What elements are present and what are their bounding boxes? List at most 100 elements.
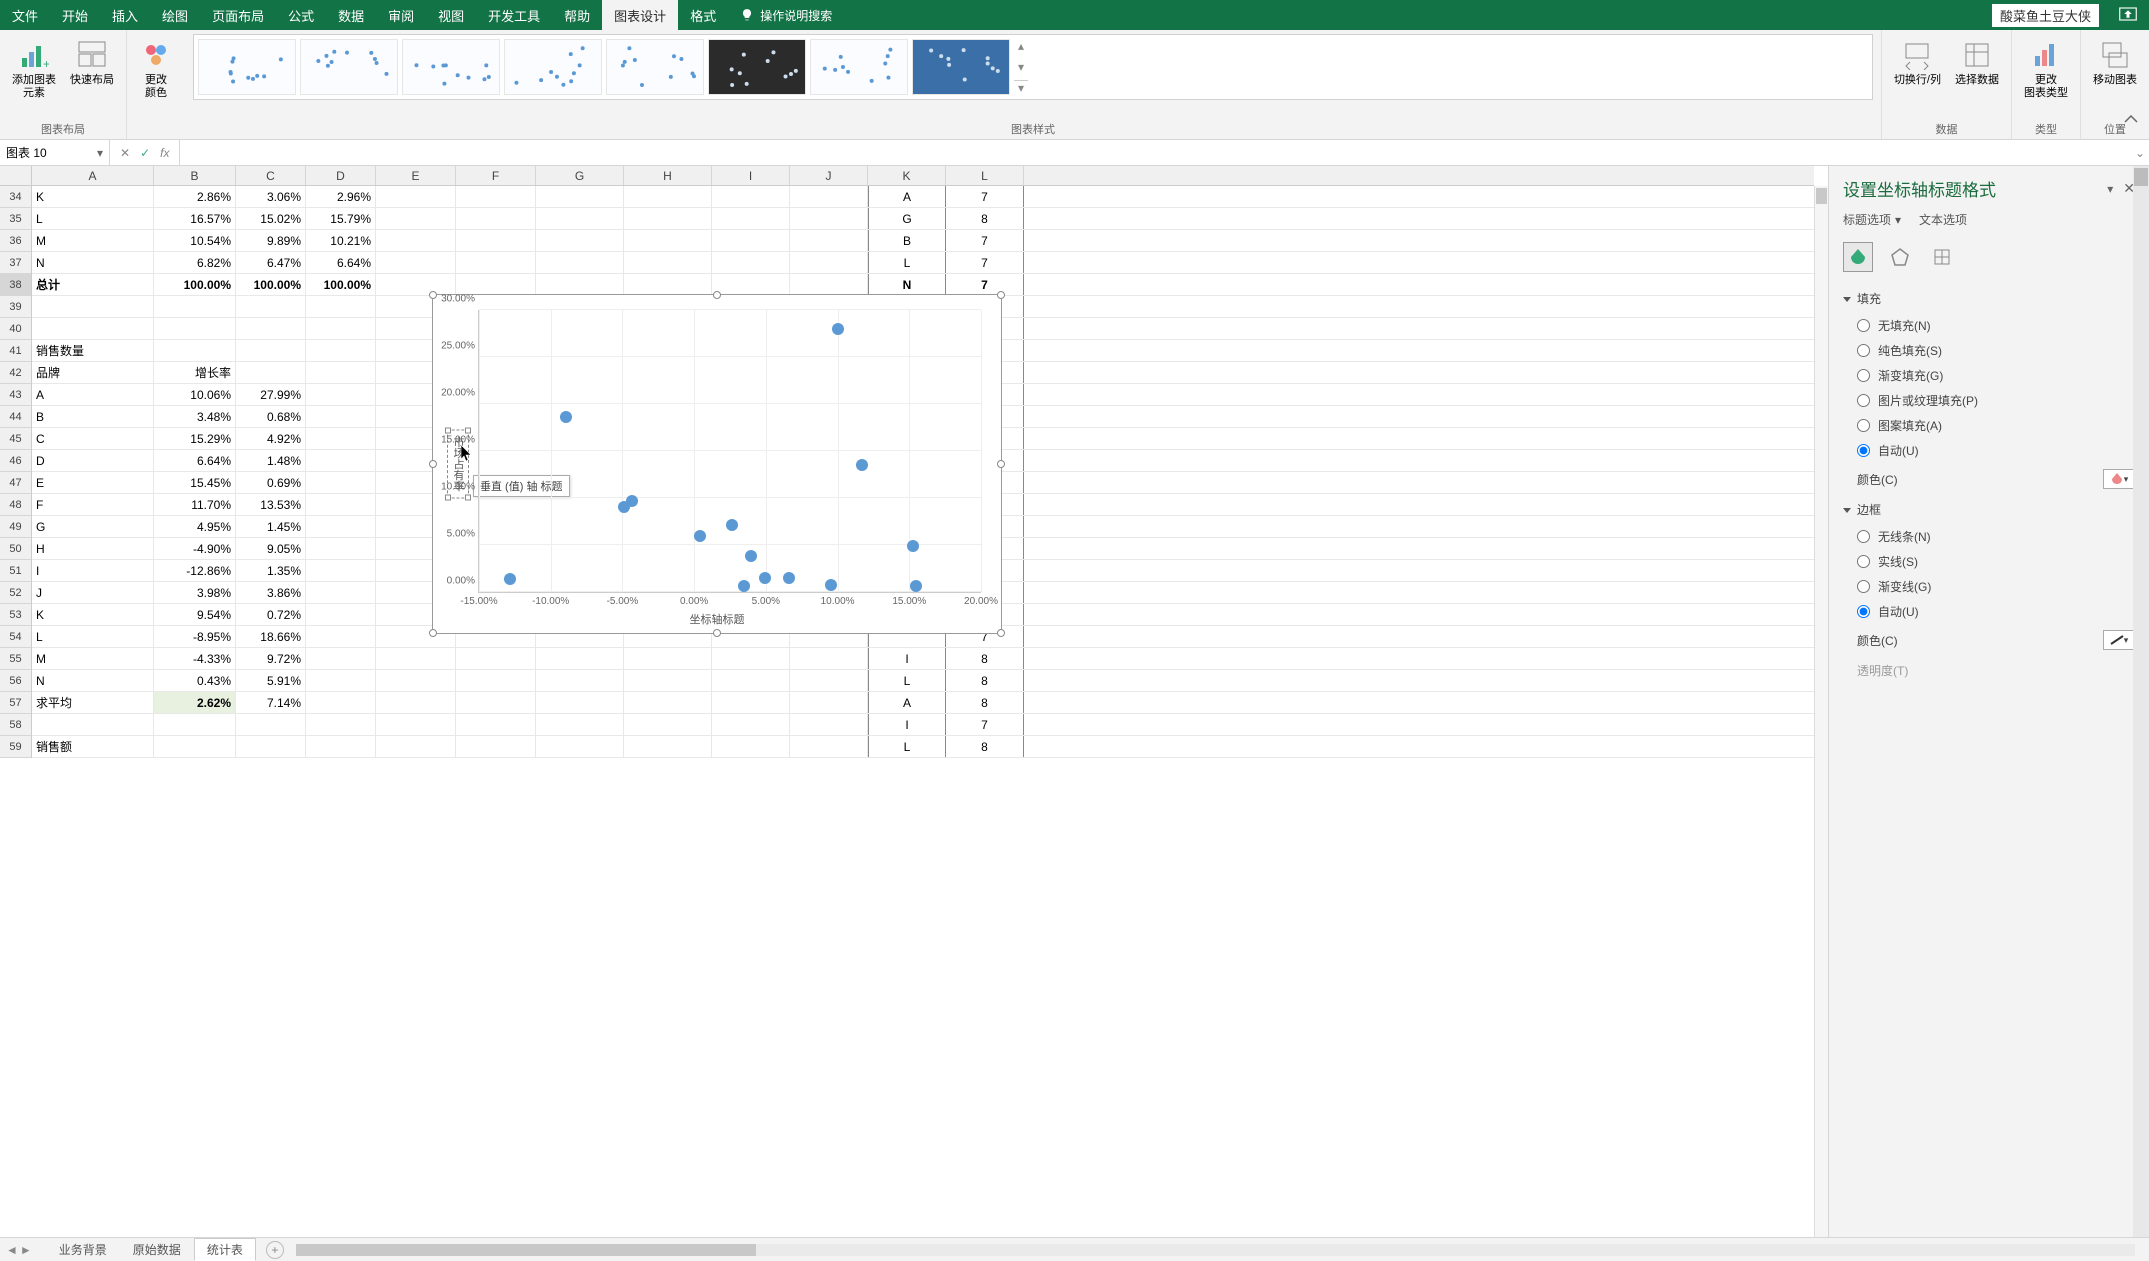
- vertical-scrollbar[interactable]: [1814, 186, 1828, 1237]
- cell[interactable]: [456, 648, 536, 669]
- tell-me-search[interactable]: 操作说明搜索: [728, 7, 844, 24]
- cell[interactable]: [376, 714, 456, 735]
- fill-option[interactable]: 无填充(N): [1843, 313, 2135, 338]
- data-point[interactable]: [694, 530, 706, 542]
- cell[interactable]: 15.29%: [154, 428, 236, 449]
- cell[interactable]: N: [32, 252, 154, 273]
- menu-tab-文件[interactable]: 文件: [0, 0, 50, 30]
- cell[interactable]: [306, 516, 376, 537]
- cell[interactable]: [790, 274, 868, 295]
- add-sheet-button[interactable]: +: [266, 1241, 284, 1259]
- col-header-C[interactable]: C: [236, 166, 306, 185]
- col-header-H[interactable]: H: [624, 166, 712, 185]
- row-header-52[interactable]: 52: [0, 582, 31, 604]
- cell[interactable]: 销售额: [32, 736, 154, 757]
- cell[interactable]: N: [868, 274, 946, 295]
- cell[interactable]: A: [868, 186, 946, 207]
- chart-style-7[interactable]: [810, 39, 908, 95]
- cell[interactable]: K: [32, 186, 154, 207]
- cell[interactable]: [306, 670, 376, 691]
- format-pane-dropdown-icon[interactable]: ▾: [2107, 182, 2113, 196]
- cell[interactable]: [624, 230, 712, 251]
- data-point[interactable]: [726, 519, 738, 531]
- cell[interactable]: B: [32, 406, 154, 427]
- sheet-nav-next-icon[interactable]: ►: [20, 1243, 32, 1257]
- formula-expand-icon[interactable]: ⌄: [2131, 140, 2149, 165]
- cell[interactable]: [624, 692, 712, 713]
- cell[interactable]: [456, 208, 536, 229]
- row-header-37[interactable]: 37: [0, 252, 31, 274]
- cell[interactable]: [536, 186, 624, 207]
- cell[interactable]: [306, 692, 376, 713]
- cell[interactable]: 1.48%: [236, 450, 306, 471]
- add-chart-element-button[interactable]: + 添加图表 元素: [8, 34, 60, 104]
- cell[interactable]: [536, 252, 624, 273]
- col-header-L[interactable]: L: [946, 166, 1024, 185]
- cell[interactable]: [306, 538, 376, 559]
- cell[interactable]: 100.00%: [154, 274, 236, 295]
- cell[interactable]: 3.86%: [236, 582, 306, 603]
- row-header-43[interactable]: 43: [0, 384, 31, 406]
- share-icon[interactable]: [2107, 7, 2149, 24]
- fill-option[interactable]: 纯色填充(S): [1843, 338, 2135, 363]
- data-point[interactable]: [825, 579, 837, 591]
- cell[interactable]: [376, 252, 456, 273]
- cell[interactable]: 0.69%: [236, 472, 306, 493]
- user-name-box[interactable]: 酸菜鱼土豆大侠: [1992, 4, 2099, 27]
- cell[interactable]: [32, 318, 154, 339]
- col-header-D[interactable]: D: [306, 166, 376, 185]
- cell[interactable]: [236, 318, 306, 339]
- cell[interactable]: N: [32, 670, 154, 691]
- chart-style-5[interactable]: [606, 39, 704, 95]
- border-color-row[interactable]: 颜色(C) ▾: [1843, 624, 2135, 656]
- col-header-F[interactable]: F: [456, 166, 536, 185]
- cell[interactable]: K: [32, 604, 154, 625]
- cell[interactable]: [376, 230, 456, 251]
- cell[interactable]: J: [32, 582, 154, 603]
- plot-area[interactable]: 0.00%5.00%10.00%15.00%20.00%25.00%30.00%…: [478, 310, 981, 593]
- cell[interactable]: [306, 318, 376, 339]
- menu-tab-开始[interactable]: 开始: [50, 0, 100, 30]
- cell[interactable]: 2.96%: [306, 186, 376, 207]
- menu-tab-格式[interactable]: 格式: [678, 0, 728, 30]
- row-header-55[interactable]: 55: [0, 648, 31, 670]
- menu-tab-页面布局[interactable]: 页面布局: [200, 0, 276, 30]
- cell[interactable]: 5.91%: [236, 670, 306, 691]
- cell[interactable]: [536, 648, 624, 669]
- cell[interactable]: C: [32, 428, 154, 449]
- change-chart-type-button[interactable]: 更改 图表类型: [2020, 34, 2072, 104]
- cell[interactable]: 3.06%: [236, 186, 306, 207]
- transparency-row[interactable]: 透明度(T): [1843, 656, 2135, 685]
- cell[interactable]: [306, 472, 376, 493]
- cell[interactable]: A: [868, 692, 946, 713]
- cell[interactable]: 11.70%: [154, 494, 236, 515]
- data-point[interactable]: [759, 572, 771, 584]
- cell[interactable]: [624, 208, 712, 229]
- row-header-38[interactable]: 38: [0, 274, 31, 296]
- cell[interactable]: -4.33%: [154, 648, 236, 669]
- cell[interactable]: [376, 186, 456, 207]
- row-header-50[interactable]: 50: [0, 538, 31, 560]
- cell[interactable]: [376, 736, 456, 757]
- cell[interactable]: 10.06%: [154, 384, 236, 405]
- cell[interactable]: I: [32, 560, 154, 581]
- cell[interactable]: [536, 692, 624, 713]
- cell[interactable]: 8: [946, 670, 1024, 691]
- cell[interactable]: F: [32, 494, 154, 515]
- data-point[interactable]: [504, 573, 516, 585]
- cell[interactable]: [712, 252, 790, 273]
- move-chart-button[interactable]: 移动图表: [2089, 34, 2141, 91]
- data-point[interactable]: [745, 550, 757, 562]
- cell[interactable]: 2.86%: [154, 186, 236, 207]
- cell[interactable]: [306, 340, 376, 361]
- accept-formula-icon[interactable]: ✓: [140, 146, 150, 160]
- cell[interactable]: [624, 736, 712, 757]
- chart-style-6[interactable]: [708, 39, 806, 95]
- cell[interactable]: [306, 582, 376, 603]
- cell[interactable]: [306, 450, 376, 471]
- cell[interactable]: [236, 736, 306, 757]
- row-header-53[interactable]: 53: [0, 604, 31, 626]
- cell[interactable]: 13.53%: [236, 494, 306, 515]
- gallery-up-icon[interactable]: ▴: [1014, 39, 1028, 53]
- cell[interactable]: [456, 252, 536, 273]
